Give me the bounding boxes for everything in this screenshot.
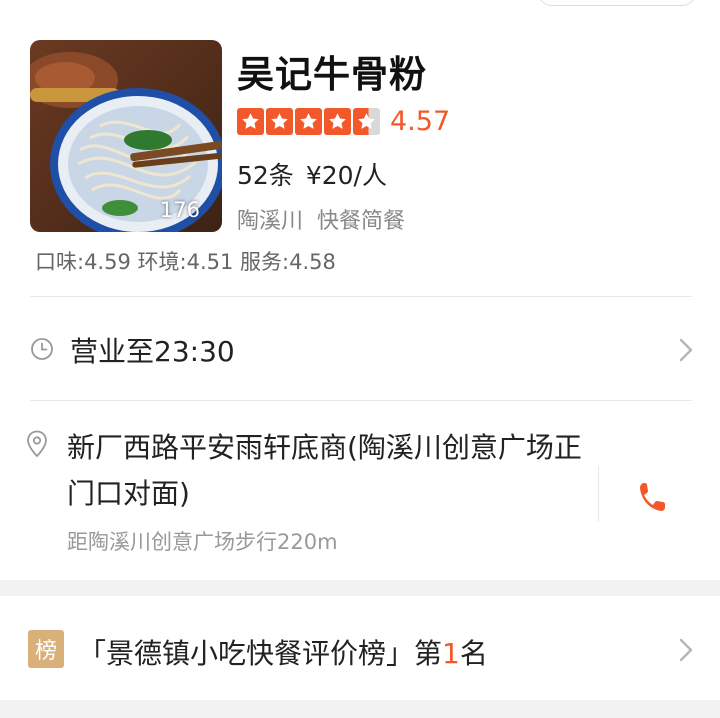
star-rating [237, 108, 380, 135]
top-pill-button[interactable] [538, 0, 696, 6]
rating-score: 4.57 [390, 106, 451, 137]
shop-name: 吴记牛骨粉 [237, 53, 427, 96]
section-separator [0, 580, 720, 596]
star-half-icon [353, 108, 380, 135]
photo-count: 176 [159, 198, 200, 222]
ranking-row[interactable]: 榜 「景德镇小吃快餐评价榜」第1名 [28, 630, 695, 674]
star-icon [237, 108, 264, 135]
hours-text: 营业至23:30 [70, 335, 235, 368]
address-text[interactable]: 新厂西路平安雨轩底商(陶溪川创意广场正门口对面) [67, 425, 587, 517]
phone-icon[interactable] [637, 480, 667, 514]
review-price-line: 52条 ¥20/人 [237, 156, 387, 192]
subscores: 口味:4.59 环境:4.51 服务:4.58 [35, 250, 336, 274]
shop-tags: 陶溪川 快餐简餐 [237, 203, 405, 235]
distance-text: 距陶溪川创意广场步行220m [67, 530, 338, 554]
section-separator [0, 700, 720, 718]
ranking-text: 「景德镇小吃快餐评价榜」第1名 [78, 632, 488, 672]
star-icon [295, 108, 322, 135]
ranking-suffix: 名 [459, 637, 488, 670]
shop-photo[interactable]: 176 [30, 40, 222, 232]
location-pin-icon [27, 430, 47, 458]
chevron-right-icon [679, 638, 693, 662]
area-tag[interactable]: 陶溪川 [237, 209, 303, 234]
divider-vertical [598, 466, 599, 522]
ranking-badge: 榜 [28, 630, 64, 668]
category-tag[interactable]: 快餐简餐 [317, 209, 405, 234]
chevron-right-icon [679, 338, 693, 362]
hours-row[interactable]: 营业至23:30 [30, 322, 695, 378]
divider [30, 400, 692, 401]
divider [30, 296, 692, 297]
star-icon [266, 108, 293, 135]
clock-icon [31, 338, 53, 360]
review-count[interactable]: 52条 [237, 161, 294, 190]
ranking-prefix: 「景德镇小吃快餐评价榜」第 [78, 637, 443, 670]
star-icon [324, 108, 351, 135]
avg-price: ¥20/人 [305, 161, 387, 190]
ranking-number: 1 [442, 637, 460, 670]
